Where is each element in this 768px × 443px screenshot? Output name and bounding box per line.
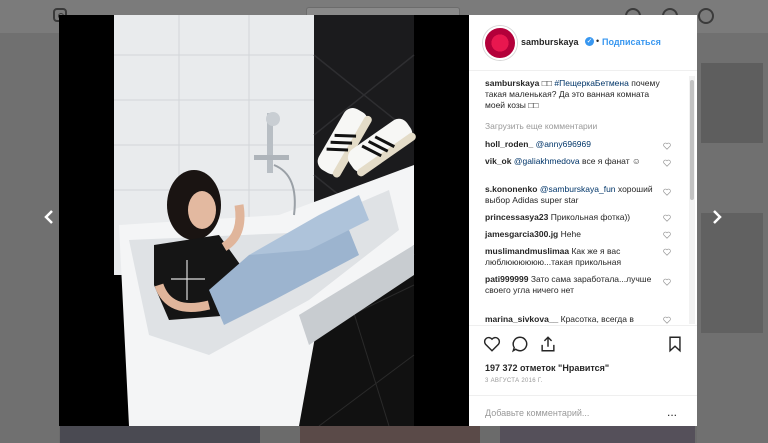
comment-username[interactable]: muslimandmuslimaa [485, 246, 569, 256]
comment-text: Прикольная фотка)) [550, 212, 631, 222]
comment-username[interactable]: marina_sivkova__ [485, 314, 558, 324]
post-photo[interactable] [59, 15, 469, 426]
scrollbar-thumb[interactable] [690, 80, 694, 200]
comment-text: Красотка, всегда в [560, 314, 634, 324]
avatar[interactable] [483, 26, 517, 60]
comments-scrollbar[interactable] [689, 76, 695, 324]
comment-username[interactable]: s.kononenko [485, 184, 537, 194]
caption-emoji: □□ [541, 78, 552, 88]
comment-item: marina_sivkova__ Красотка, всегда в [485, 314, 670, 325]
comment-item: s.kononenko @samburskaya_fun хороший выб… [485, 184, 670, 206]
comment-username[interactable]: vik_ok [485, 156, 511, 166]
comment-item: muslimandmuslimaa Как же я вас люблююююю… [485, 246, 670, 268]
comment-item: princessasya23 Прикольная фотка)) [485, 212, 670, 223]
add-comment-input[interactable]: Добавьте комментарий... [485, 408, 589, 418]
more-options-button[interactable]: ... [667, 405, 677, 419]
background-left-area [0, 33, 59, 443]
comments-list: samburskaya □□ #ПещеркаБетмена почему та… [469, 72, 697, 325]
comment-item: holl_roden_ @anny696969 [485, 139, 670, 150]
add-comment-bar: Добавьте комментарий... ... [469, 395, 697, 428]
comment-item: pati999999 Зато сама заработала...лучше … [485, 274, 670, 296]
comment-like-heart-icon[interactable] [663, 188, 671, 196]
verified-badge-icon: ✓ [585, 37, 594, 46]
background-thumbnail [500, 426, 695, 443]
share-icon[interactable] [539, 335, 557, 353]
author-username[interactable]: samburskaya [521, 37, 579, 47]
post-actions: 197 372 отметок "Нравится" 3 АВГУСТА 201… [469, 325, 697, 426]
comment-like-heart-icon[interactable] [663, 248, 671, 256]
previous-post-arrow-icon[interactable] [42, 210, 56, 224]
separator-dot: • [596, 36, 600, 46]
likes-count[interactable]: 197 372 отметок "Нравится" [485, 363, 609, 373]
comment-like-heart-icon[interactable] [663, 214, 671, 222]
comment-mention[interactable]: @anny696969 [536, 139, 591, 149]
comment-like-heart-icon[interactable] [663, 159, 671, 167]
comment-like-heart-icon[interactable] [663, 278, 671, 286]
background-thumbnail [701, 213, 763, 333]
comment-like-heart-icon[interactable] [663, 316, 671, 324]
comment-username[interactable]: holl_roden_ [485, 139, 533, 149]
comment-like-heart-icon[interactable] [663, 231, 671, 239]
comment-like-heart-icon[interactable] [663, 142, 671, 150]
comment-bubble-icon[interactable] [511, 335, 529, 353]
follow-button[interactable]: Подписаться [602, 37, 661, 47]
post-header: samburskaya ✓ • Подписаться [469, 15, 697, 71]
caption-username[interactable]: samburskaya [485, 78, 539, 88]
comment-username[interactable]: jamesgarcia300.jg [485, 229, 558, 239]
caption: samburskaya □□ #ПещеркаБетмена почему та… [485, 78, 670, 111]
comment-text: Hehe [560, 229, 581, 239]
post-details-panel: samburskaya ✓ • Подписаться samburskaya … [469, 15, 697, 426]
background-right-area [697, 33, 768, 443]
comment-mention[interactable]: @galiakhmedova [514, 156, 580, 166]
save-bookmark-icon[interactable] [666, 335, 684, 353]
comment-username[interactable]: pati999999 [485, 274, 528, 284]
profile-icon [698, 8, 714, 24]
comment-item: jamesgarcia300.jg Hehe [485, 229, 670, 240]
next-post-arrow-icon[interactable] [710, 210, 724, 224]
caption-hashtag[interactable]: #ПещеркаБетмена [554, 78, 628, 88]
background-thumbnail [701, 63, 763, 143]
comment-username[interactable]: princessasya23 [485, 212, 548, 222]
background-thumbnail [300, 426, 480, 443]
background-thumbnail [60, 426, 260, 443]
like-heart-icon[interactable] [483, 335, 501, 353]
comment-mention[interactable]: @samburskaya_fun [540, 184, 616, 194]
comment-text: все я фанат ☺ [582, 156, 641, 166]
post-date[interactable]: 3 АВГУСТА 2016 Г. [485, 378, 543, 384]
load-more-comments-link[interactable]: Загрузить еще комментарии [485, 121, 597, 131]
comment-item: vik_ok @galiakhmedova все я фанат ☺ [485, 156, 670, 167]
